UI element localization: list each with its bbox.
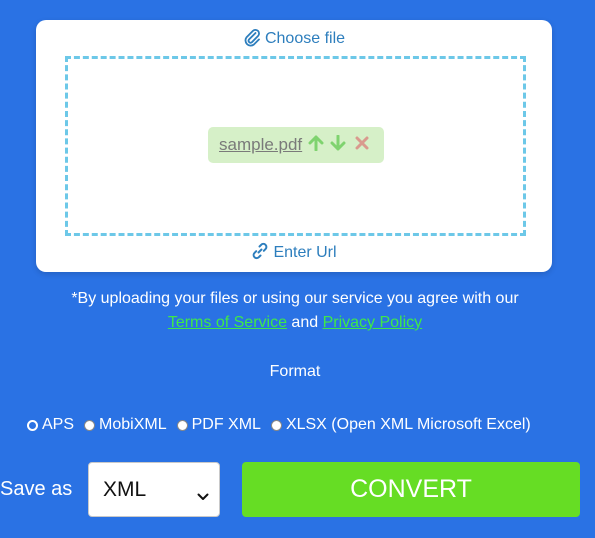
terms-notice: *By uploading your files or using our se…	[0, 287, 590, 335]
drop-zone[interactable]: sample.pdf	[65, 56, 526, 236]
file-name-link[interactable]: sample.pdf	[219, 135, 302, 155]
format-option-mobixml[interactable]: MobiXML	[84, 416, 167, 434]
enter-url-label: Enter Url	[273, 244, 337, 261]
radio-icon[interactable]	[84, 419, 96, 431]
radio-icon[interactable]	[176, 419, 188, 431]
format-option-label: APS	[42, 416, 75, 433]
format-option-pdf-xml[interactable]: PDF XML	[176, 416, 261, 434]
radio-selected-icon[interactable]	[27, 419, 38, 431]
file-item: sample.pdf	[208, 127, 384, 163]
enter-url-button[interactable]: Enter Url	[36, 242, 552, 265]
format-option-label: MobiXML	[99, 416, 167, 433]
and-text: and	[291, 314, 319, 331]
move-up-icon[interactable]	[308, 135, 324, 156]
output-format-select[interactable]: XML	[88, 462, 220, 517]
format-option-label: XLSX (Open XML Microsoft Excel)	[285, 416, 531, 433]
format-option-label: PDF XML	[191, 416, 261, 433]
terms-notice-text: *By uploading your files or using our se…	[71, 290, 519, 307]
privacy-policy-link[interactable]: Privacy Policy	[323, 314, 423, 331]
format-radio-group: APS MobiXML PDF XML XLSX (Open XML Micro…	[27, 416, 531, 434]
paperclip-icon	[243, 27, 261, 52]
remove-file-icon[interactable]	[355, 136, 369, 155]
choose-file-label: Choose file	[264, 30, 346, 47]
format-option-xlsx[interactable]: XLSX (Open XML Microsoft Excel)	[270, 416, 531, 434]
radio-icon[interactable]	[270, 419, 282, 431]
chevron-down-icon	[197, 483, 209, 507]
terms-of-service-link[interactable]: Terms of Service	[168, 314, 287, 331]
convert-button[interactable]: CONVERT	[242, 462, 580, 517]
move-down-icon[interactable]	[330, 134, 346, 156]
format-heading: Format	[269, 363, 321, 380]
output-format-value: XML	[103, 477, 147, 501]
save-as-label: Save as	[0, 478, 73, 500]
link-icon	[251, 242, 269, 265]
upload-card: Choose file sample.pdf Enter Url	[36, 20, 552, 272]
format-option-aps[interactable]: APS	[27, 416, 74, 434]
choose-file-button[interactable]: Choose file	[36, 27, 552, 52]
